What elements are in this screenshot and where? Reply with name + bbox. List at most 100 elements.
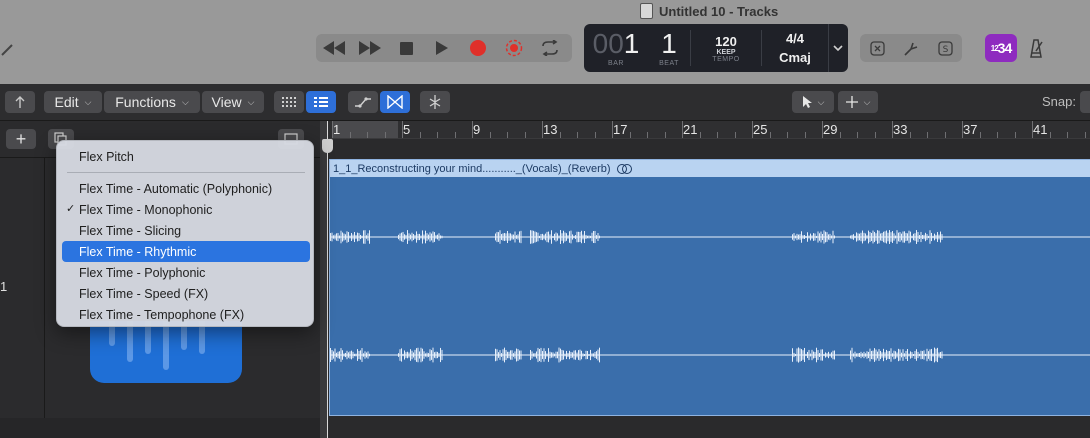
waveform-sample (834, 350, 835, 360)
command-click-tool-button[interactable]: ⌵ (838, 91, 878, 113)
waveform-sample (596, 235, 597, 239)
waveform-sample (348, 352, 349, 358)
waveform-sample (880, 350, 881, 360)
waveform-sample (584, 353, 585, 357)
stop-button[interactable] (388, 34, 424, 62)
waveform-sample (822, 233, 823, 241)
waveform-sample (366, 235, 367, 239)
waveform-sample (337, 351, 339, 359)
plus-icon: + (15, 128, 27, 149)
waveform-sample (825, 231, 826, 243)
menu-item-label: Flex Time - Polyphonic (79, 265, 206, 280)
waveform-sample (507, 351, 508, 359)
waveform-sample (533, 230, 534, 244)
lcd-tempo[interactable]: 120 KEEP TEMPO (691, 24, 761, 72)
menu-item-flex-time-automatic[interactable]: Flex Time - Automatic (Polyphonic) (62, 178, 310, 199)
waveform-sample (899, 349, 901, 361)
waveform-sample (573, 350, 575, 360)
metronome-icon[interactable] (1024, 36, 1048, 60)
playhead-handle[interactable] (322, 139, 333, 153)
waveform-sample (798, 347, 799, 363)
waveform-sample (795, 235, 796, 239)
pencil-icon[interactable] (0, 38, 22, 60)
waveform-sample (887, 351, 889, 359)
rewind-button[interactable] (316, 34, 352, 62)
waveform-sample (588, 235, 590, 239)
snap-dropdown[interactable] (1080, 91, 1090, 113)
lcd-menu-button[interactable] (828, 24, 847, 72)
count-in-button[interactable]: 12 34 (985, 34, 1017, 62)
waveform-sample (823, 230, 825, 244)
edit-menu-button[interactable]: Edit ⌵ (44, 91, 102, 113)
playhead[interactable] (327, 121, 328, 438)
replace-button[interactable] (860, 34, 894, 62)
list-view-button[interactable] (306, 91, 336, 113)
waveform-sample (593, 231, 594, 243)
waveform-sample (564, 232, 566, 242)
waveform-sample (893, 233, 895, 241)
menu-item-flex-pitch[interactable]: Flex Pitch (62, 146, 310, 167)
waveform-sample (801, 231, 802, 243)
capture-recording-button[interactable] (496, 34, 532, 62)
waveform-sample (802, 350, 804, 360)
waveform-sample (596, 351, 597, 359)
add-track-button[interactable]: + (6, 129, 36, 149)
lcd-key: Cmaj (779, 50, 811, 65)
waveform-sample (892, 231, 893, 243)
waveform-sample (581, 350, 582, 360)
waveform-sample (546, 353, 548, 357)
empty-track-lane[interactable] (328, 416, 1090, 438)
waveform-sample (534, 353, 536, 357)
cycle-button[interactable] (532, 34, 568, 62)
functions-menu-button[interactable]: Functions ⌵ (104, 91, 200, 113)
menu-item-flex-time-polyphonic[interactable]: Flex Time - Polyphonic (62, 262, 310, 283)
back-button[interactable] (5, 91, 35, 113)
menu-item-flex-time-monophonic[interactable]: ✓ Flex Time - Monophonic (62, 199, 310, 220)
chevron-down-icon: ⌵ (247, 96, 255, 107)
waveform-sample (334, 234, 336, 240)
waveform-sample (428, 234, 429, 240)
waveform-sample (342, 232, 343, 242)
play-button[interactable] (424, 34, 460, 62)
cycle-area[interactable] (332, 121, 398, 138)
tuner-button[interactable] (894, 34, 928, 62)
view-menu-button[interactable]: View ⌵ (202, 91, 264, 113)
audio-region[interactable]: 1_1_Reconstructing your mind..........._… (329, 159, 1090, 416)
record-button[interactable] (460, 34, 496, 62)
waveform-sample (587, 235, 588, 239)
waveform-sample (437, 234, 438, 240)
chevron-down-icon: ⌵ (181, 96, 189, 107)
region-header[interactable]: 1_1_Reconstructing your mind..........._… (330, 160, 1090, 177)
waveform-sample (414, 349, 416, 361)
lcd-bar-value: 1 (623, 27, 640, 59)
fast-forward-button[interactable] (352, 34, 388, 62)
menu-item-flex-time-slicing[interactable]: Flex Time - Slicing (62, 220, 310, 241)
loop-icon (616, 164, 632, 174)
waveform-sample (887, 232, 889, 242)
waveform-sample (496, 349, 498, 361)
catch-button[interactable] (420, 91, 450, 113)
grid-view-button[interactable] (274, 91, 304, 113)
ruler-marker-lane[interactable] (328, 138, 1090, 160)
waveform-sample (928, 235, 929, 239)
menu-item-flex-time-speed[interactable]: Flex Time - Speed (FX) (62, 283, 310, 304)
bar-ruler[interactable]: 1 5 9 13 17 21 25 29 33 37 41 (328, 121, 1090, 160)
waveform-sample (554, 353, 555, 357)
lcd-signature-key[interactable]: 4/4 Cmaj (762, 24, 828, 72)
lcd-display[interactable]: 001 BAR 1 BEAT 120 KEEP TEMPO 4/4 Cmaj (584, 24, 848, 72)
waveform-sample (820, 231, 822, 243)
waveform-sample (868, 351, 869, 359)
waveform-sample (407, 351, 408, 359)
track-icon[interactable] (90, 318, 242, 383)
waveform-sample (832, 350, 834, 360)
left-click-tool-button[interactable]: ⌵ (792, 91, 834, 113)
automation-button[interactable] (348, 91, 378, 113)
menu-item-flex-time-tempophone[interactable]: Flex Time - Tempophone (FX) (62, 304, 310, 325)
flex-button[interactable] (380, 91, 410, 113)
waveform-sample (351, 350, 352, 360)
menu-item-flex-time-rhythmic[interactable]: Flex Time - Rhythmic (62, 241, 310, 262)
solo-button[interactable]: S (928, 34, 962, 62)
waveform-sample (901, 352, 902, 358)
record-icon (470, 40, 486, 56)
waveform-sample (420, 347, 422, 363)
